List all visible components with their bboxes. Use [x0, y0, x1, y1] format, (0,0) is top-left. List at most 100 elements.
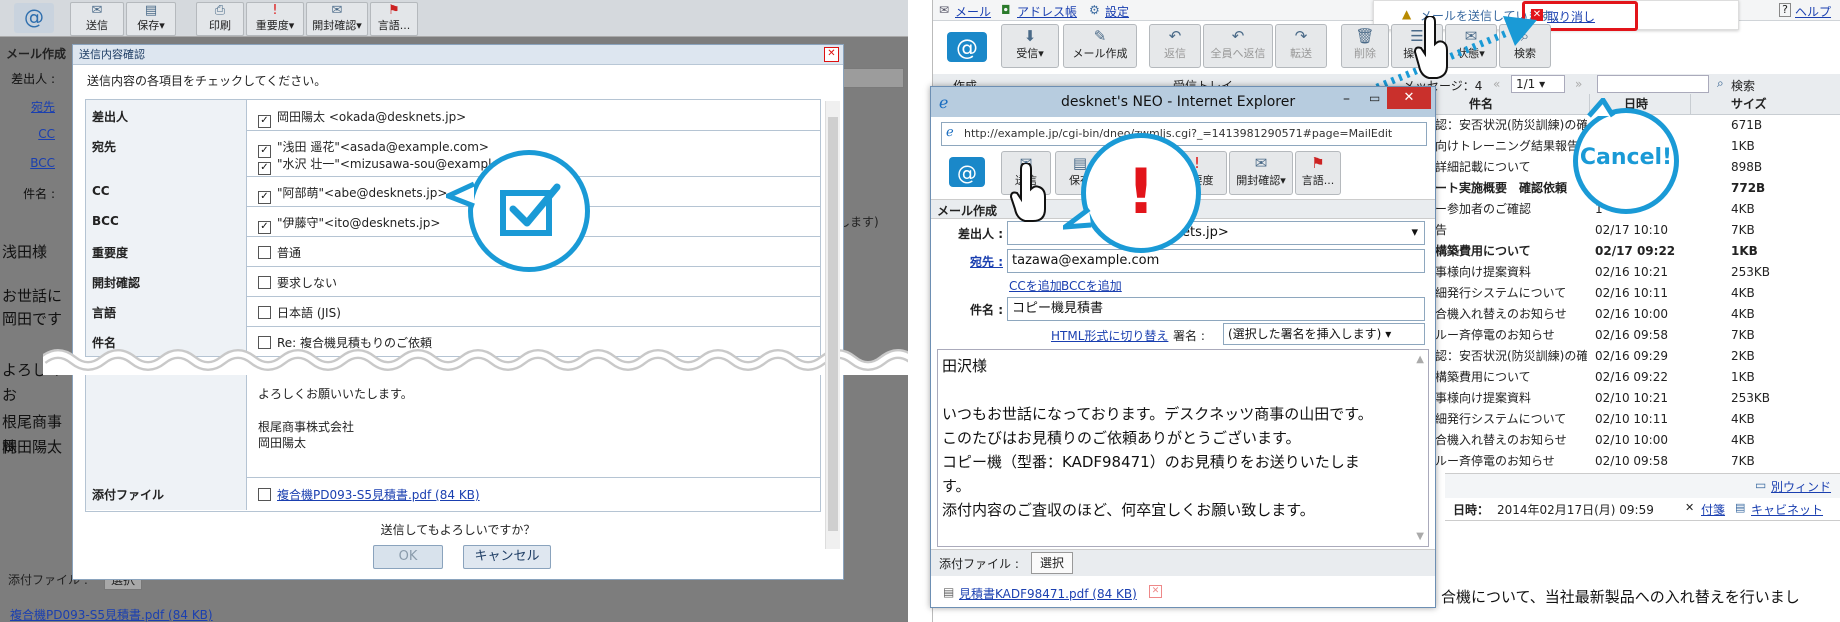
gear-icon: ⚙ [1089, 3, 1100, 17]
checkbox[interactable] [258, 306, 271, 319]
ie-logo-icon: ℯ [939, 93, 949, 112]
search-input[interactable] [1597, 75, 1709, 93]
message-date: 02/10 09:58 [1595, 454, 1668, 468]
message-size: 4KB [1731, 202, 1755, 216]
nav-mail[interactable]: メール [955, 3, 991, 20]
row-body: よろしくお願いいたします。 根尾商事株式会社 岡田陽太 [86, 375, 820, 478]
checkbox[interactable]: ✓ [258, 162, 271, 175]
ie-body-text[interactable]: 田沢様 いつもお世話になっております。デスクネッツ商事の山田です。 このたびはお… [942, 354, 1373, 522]
message-subject: ルー斉停電のお知らせ [1435, 328, 1555, 342]
checkbox[interactable]: ✓ [258, 221, 271, 234]
cabinet-link[interactable]: キャビネット [1751, 501, 1823, 518]
printer-icon: ⎙ [214, 3, 226, 18]
close-icon[interactable]: ✕ [824, 47, 839, 62]
reply-icon: ↶ [1168, 27, 1182, 45]
from-select-tail[interactable] [842, 68, 904, 88]
minimize-icon[interactable]: – [1343, 91, 1350, 107]
cc-label[interactable]: CC [0, 127, 55, 141]
ie-body-editor[interactable]: 田沢様 いつもお世話になっております。デスクネッツ商事の山田です。 このたびはお… [937, 349, 1429, 547]
signature-select-tail[interactable]: します) [838, 213, 879, 230]
checkbox[interactable]: ✓ [258, 115, 271, 128]
mail-app-icon: @ [945, 26, 989, 66]
ok-button[interactable]: OK [373, 545, 443, 569]
language-button[interactable]: ⚑ 言語... [370, 2, 418, 36]
cancel-button[interactable]: キャンセル [463, 545, 551, 569]
message-size: 253KB [1731, 265, 1771, 279]
message-subject: 構築費用について [1435, 370, 1531, 384]
ie-attach-file[interactable]: 見積書KADF98471.pdf (84 KB) [959, 585, 1137, 602]
message-size: 253KB [1731, 391, 1771, 405]
message-subject: 細発行システムについて [1435, 286, 1567, 300]
mail-app-icon: @ [14, 3, 54, 33]
exclamation-icon: ! [272, 3, 278, 18]
ie-to-input[interactable]: tazawa@example.com [1007, 249, 1425, 273]
file-icon: ▤ [943, 585, 955, 599]
ie-read-receipt-button[interactable]: ✉ 開封確認▾ [1229, 151, 1293, 195]
print-button[interactable]: ⎙ 印刷 [196, 2, 244, 36]
url-text[interactable]: http://example.jp/cgi-bin/dneo/zwmljs.cg… [964, 127, 1420, 140]
row-to: 宛先 ✓ "浅田 遥花"<asada@example.com> ✓ "水沢 壮一"<… [86, 130, 820, 177]
reply-button[interactable]: ↶ 返信 [1149, 24, 1201, 68]
cancel-sending-link[interactable]: 取り消し [1547, 8, 1595, 25]
nav-settings[interactable]: 設定 [1105, 3, 1129, 20]
signature-select[interactable]: (選択した署名を挿入します) ▾ [1223, 323, 1425, 345]
ie-subject-input[interactable]: コピー機見積書 [1007, 297, 1425, 321]
column-size[interactable]: サイズ [1691, 94, 1840, 115]
nav-help[interactable]: ヘルプ [1795, 3, 1831, 20]
window-close-icon[interactable]: ✕ [1387, 87, 1431, 109]
detail-date: 2014年02月17日(月) 09:59 [1497, 503, 1654, 517]
next-page-icon[interactable]: » [1575, 77, 1582, 91]
checkbox[interactable] [258, 488, 271, 501]
reply-all-button[interactable]: ↶ 全員へ返信 [1203, 24, 1273, 68]
dialog-title: 送信内容確認 [73, 45, 843, 65]
window-icon: ▭ [1755, 478, 1767, 492]
read-receipt-button[interactable]: ✉ 開封確認▾ [306, 2, 368, 36]
checkbox[interactable] [258, 276, 271, 289]
addressbook-icon: ◘ [1001, 3, 1011, 17]
detail-header: 日時： 2014年02月17日(月) 09:59 ✕ 付箋 ▤ キャビネット [1445, 498, 1840, 521]
close-icon[interactable]: ✕ [1685, 501, 1694, 514]
message-subject: 細発行システムについて [1435, 412, 1567, 426]
add-cc-link[interactable]: CCを追加 [1009, 277, 1062, 294]
nav-addressbook[interactable]: アドレス帳 [1017, 3, 1077, 20]
ie-title-bar: ℯ desknet's NEO - Internet Explorer – ▭ … [931, 87, 1435, 117]
memo-link[interactable]: 付箋 [1701, 501, 1725, 518]
importance-button[interactable]: ! 重要度▾ [246, 2, 304, 36]
message-subject: ルー斉停電のお知らせ [1435, 454, 1555, 468]
html-switch-link[interactable]: HTML形式に切り替え [1051, 327, 1168, 344]
callout-tail [1587, 98, 1616, 118]
cabinet-icon: ▤ [1735, 501, 1746, 514]
save-button[interactable]: ▤ 保存▾ [126, 2, 176, 36]
send-button[interactable]: ✉ 送信 [70, 2, 124, 36]
message-date: 02/16 10:21 [1595, 265, 1668, 279]
dialog-scrollbar[interactable] [825, 101, 840, 549]
compose-title: メール作成 [6, 47, 67, 61]
subject-label: 件名 : [23, 187, 55, 201]
left-screenshot: @ ✉ 送信 ▤ 保存▾ ⎙ 印刷 ! 重要度▾ ✉ 開封確認▾ ⚑ 言語... メール作成… [0, 0, 908, 622]
receipt-icon: ✉ [1254, 154, 1268, 172]
attach-file[interactable]: 複合機PD093-S5見積書.pdf (84 KB) [10, 606, 213, 622]
exclamation-icon: ! [1126, 155, 1156, 228]
scroll-down-icon[interactable]: ▼ [1416, 531, 1424, 542]
ie-language-button[interactable]: ⚑ 言語... [1295, 151, 1341, 195]
page-icon: ℯ [946, 125, 954, 140]
maximize-icon[interactable]: ▭ [1369, 91, 1380, 105]
cancel-callout: Cancel! [1573, 108, 1679, 214]
message-size: 4KB [1731, 286, 1755, 300]
ie-to-label[interactable]: 宛先 : [943, 253, 1003, 270]
receive-button[interactable]: ⬇ 受信▾ [1001, 24, 1059, 68]
compose-button[interactable]: ✎ メール作成 [1063, 24, 1137, 68]
check-callout [468, 150, 590, 272]
search-label[interactable]: 検索 [1731, 77, 1755, 94]
checkbox[interactable] [258, 246, 271, 259]
checkbox[interactable]: ✓ [258, 191, 271, 204]
address-bar[interactable]: ℯ http://example.jp/cgi-bin/dneo/zwmljs.… [941, 122, 1427, 146]
scroll-up-icon[interactable]: ▲ [1416, 354, 1424, 365]
to-label[interactable]: 宛先 [0, 98, 55, 115]
ie-attach-select-button[interactable]: 選択 [1031, 552, 1073, 574]
add-bcc-link[interactable]: BCCを追加 [1061, 277, 1122, 294]
bcc-label[interactable]: BCC [0, 156, 55, 170]
remove-attachment-icon[interactable]: ✕ [1149, 585, 1162, 598]
message-date: 02/10 10:00 [1595, 433, 1668, 447]
ie-subject-label: 件名 : [970, 303, 1003, 317]
